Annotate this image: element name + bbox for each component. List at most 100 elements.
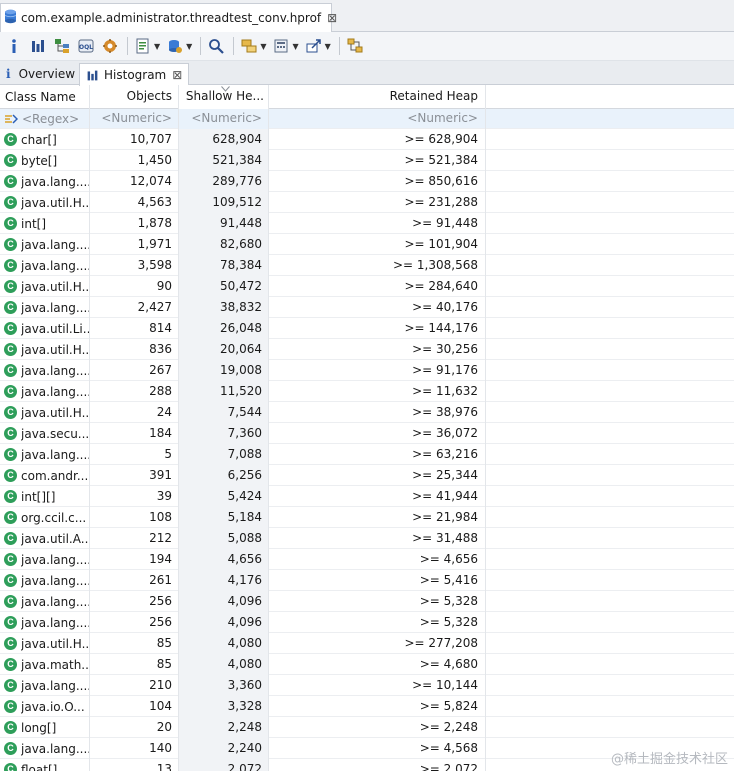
tab-histogram[interactable]: Histogram ⊠ [79,63,189,86]
class-name-filter[interactable]: <Regex> [0,109,89,129]
close-icon[interactable]: ⊠ [172,68,182,82]
table-row[interactable]: Ccom.andr... 391 6,256 >= 25,344 [0,465,734,486]
chevron-down-icon[interactable]: ▼ [154,42,160,51]
class-icon: C [4,721,17,734]
table-row[interactable]: Cjava.lang.... 5 7,088 >= 63,216 [0,444,734,465]
retained-heap-cell: >= 5,328 [268,591,486,612]
table-row[interactable]: Cjava.io.O... 104 3,328 >= 5,824 [0,696,734,717]
table-row[interactable]: Cjava.util.A... 212 5,088 >= 31,488 [0,528,734,549]
column-header-class-name[interactable]: Class Name [0,85,89,109]
table-row[interactable]: Cjava.util.Li... 814 26,048 >= 144,176 [0,318,734,339]
sort-descending-icon [221,86,230,92]
objects-cell: 104 [89,696,178,717]
objects-cell: 108 [89,507,178,528]
table-row[interactable]: Cjava.lang.... 256 4,096 >= 5,328 [0,612,734,633]
class-name-filter-input[interactable]: <Regex> [22,110,79,129]
group-by-icon[interactable] [239,36,259,56]
class-name-cell: Cjava.util.Li... [0,318,89,339]
table-row[interactable]: Cjava.lang.... 288 11,520 >= 11,632 [0,381,734,402]
class-name: int[][] [21,489,56,504]
table-row[interactable]: Cjava.lang.... 256 4,096 >= 5,328 [0,591,734,612]
table-row[interactable]: Cjava.util.H... 836 20,064 >= 30,256 [0,339,734,360]
shallow-heap-cell: 26,048 [178,318,268,339]
shallow-heap-cell: 78,384 [178,255,268,276]
oql-icon[interactable]: OQL [76,36,96,56]
class-name-cell: Cint[] [0,213,89,234]
retained-heap-cell: >= 31,488 [268,528,486,549]
class-name-cell: Cjava.util.H... [0,192,89,213]
class-name: org.ccil.c... [21,510,87,525]
objects-cell: 210 [89,675,178,696]
table-row[interactable]: Cchar[] 10,707 628,904 >= 628,904 [0,129,734,150]
table-row[interactable]: Cjava.lang.... 2,427 38,832 >= 40,176 [0,297,734,318]
find-object-icon[interactable] [206,36,226,56]
class-name-cell: Cjava.math... [0,654,89,675]
table-row[interactable]: Cint[] 1,878 91,448 >= 91,448 [0,213,734,234]
heap-dump-overview-icon[interactable] [345,36,365,56]
info-icon[interactable] [4,36,24,56]
retained-heap-filter-input[interactable]: <Numeric> [268,109,486,129]
column-header-shallow-heap[interactable]: Shallow He... [178,85,268,109]
histogram-icon[interactable] [28,36,48,56]
table-row[interactable]: Cjava.lang.... 210 3,360 >= 10,144 [0,675,734,696]
table-row[interactable]: Clong[] 20 2,248 >= 2,248 [0,717,734,738]
dominator-tree-icon[interactable] [52,36,72,56]
table-row[interactable]: Corg.ccil.c... 108 5,184 >= 21,984 [0,507,734,528]
class-name-cell: Cjava.lang.... [0,297,89,318]
class-icon: C [4,490,17,503]
class-icon: C [4,133,17,146]
chevron-down-icon[interactable]: ▼ [292,42,298,51]
class-name: java.lang.... [21,300,89,315]
chevron-down-icon[interactable]: ▼ [260,42,266,51]
table-row[interactable]: Cjava.util.H... 85 4,080 >= 277,208 [0,633,734,654]
table-row[interactable]: Cbyte[] 1,450 521,384 >= 521,384 [0,150,734,171]
class-icon: C [4,427,17,440]
run-report-icon[interactable] [133,36,153,56]
class-name: java.lang.... [21,174,89,189]
class-name: com.andr... [21,468,89,483]
query-browser-icon[interactable] [165,36,185,56]
close-icon[interactable]: ⊠ [327,11,337,25]
class-name-cell: Cjava.lang.... [0,570,89,591]
chevron-down-icon[interactable]: ▼ [186,42,192,51]
class-name: java.util.H... [21,405,89,420]
table-row[interactable]: Cjava.math... 85 4,080 >= 4,680 [0,654,734,675]
table-row[interactable]: Cjava.util.H... 4,563 109,512 >= 231,288 [0,192,734,213]
retained-heap-cell: >= 40,176 [268,297,486,318]
column-header-objects[interactable]: Objects [89,85,178,109]
table-row[interactable]: Cjava.lang.... 261 4,176 >= 5,416 [0,570,734,591]
class-name-cell: Cjava.lang.... [0,612,89,633]
chevron-down-icon[interactable]: ▼ [325,42,331,51]
class-name: byte[] [21,153,58,168]
table-row[interactable]: Cjava.lang.... 194 4,656 >= 4,656 [0,549,734,570]
shallow-heap-cell: 7,360 [178,423,268,444]
shallow-heap-cell: 628,904 [178,129,268,150]
class-icon: C [4,175,17,188]
class-name: java.lang.... [21,573,89,588]
table-row[interactable]: Cjava.util.H... 90 50,472 >= 284,640 [0,276,734,297]
table-row[interactable]: Cjava.secu... 184 7,360 >= 36,072 [0,423,734,444]
class-name-cell: Cbyte[] [0,150,89,171]
table-row[interactable]: Cjava.lang.... 1,971 82,680 >= 101,904 [0,234,734,255]
table-row[interactable]: Cint[][] 39 5,424 >= 41,944 [0,486,734,507]
export-icon[interactable] [304,36,324,56]
thread-overview-icon[interactable] [100,36,120,56]
class-icon: C [4,238,17,251]
retained-heap-cell: >= 4,656 [268,549,486,570]
table-row[interactable]: Cjava.lang.... 3,598 78,384 >= 1,308,568 [0,255,734,276]
class-name-cell: Cjava.util.H... [0,276,89,297]
table-row[interactable]: Cjava.lang.... 267 19,008 >= 91,176 [0,360,734,381]
shallow-heap-filter-input[interactable]: <Numeric> [178,109,268,129]
retained-heap-cell: >= 521,384 [268,150,486,171]
tab-overview[interactable]: i Overview [0,63,79,85]
calculate-retained-icon[interactable] [271,36,291,56]
editor-tab[interactable]: com.example.administrator.threadtest_con… [0,3,337,32]
retained-heap-cell: >= 4,680 [268,654,486,675]
class-name: float[] [21,762,58,771]
table-row[interactable]: Cjava.lang.... 12,074 289,776 >= 850,616 [0,171,734,192]
column-header-retained-heap[interactable]: Retained Heap [268,85,486,109]
shallow-heap-cell: 4,656 [178,549,268,570]
objects-filter-input[interactable]: <Numeric> [89,109,178,129]
class-name-cell: Cjava.util.H... [0,402,89,423]
table-row[interactable]: Cjava.util.H... 24 7,544 >= 38,976 [0,402,734,423]
